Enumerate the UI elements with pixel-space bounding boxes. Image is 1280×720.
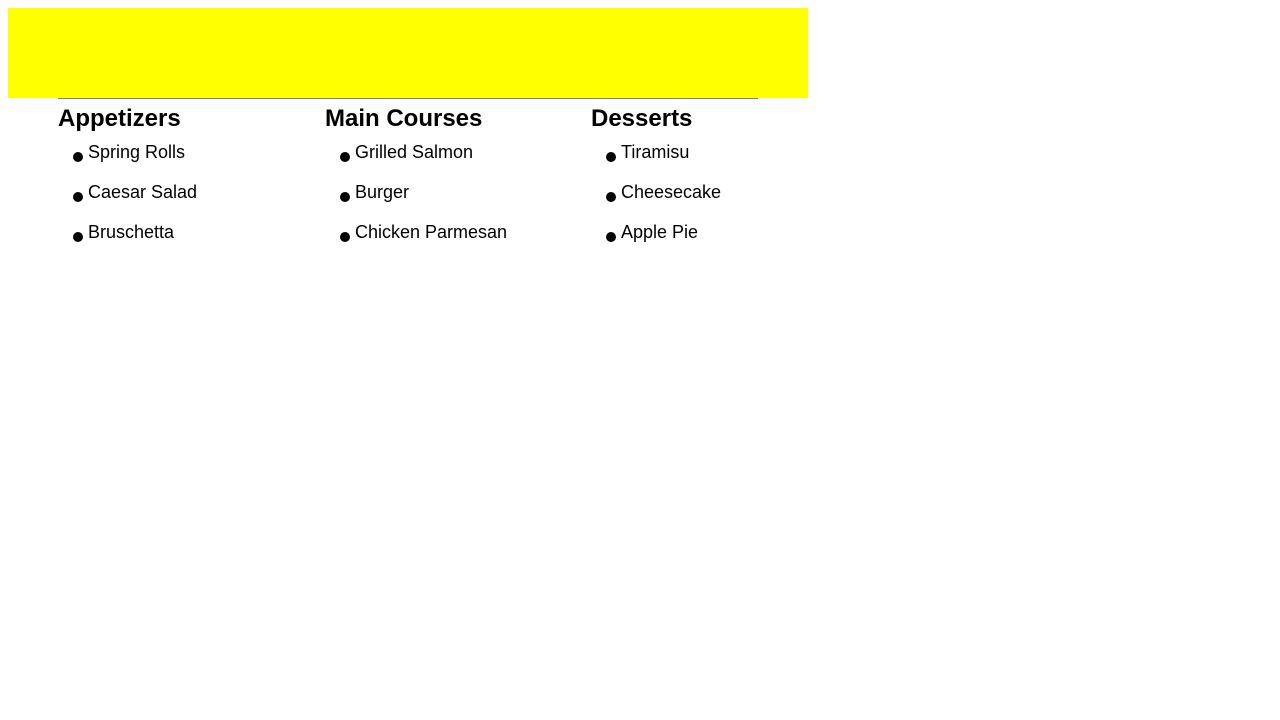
item-list: Spring Rolls Caesar Salad Bruschetta [58,138,318,258]
menu-item-label: Caesar Salad [88,182,198,202]
menu-item: Cheesecake [606,178,851,218]
bullet-icon [606,232,616,242]
menu-item-label: Cheesecake [621,182,722,202]
menu-item-label: Tiramisu [621,142,690,162]
bullet-icon [340,152,350,162]
bullet-icon [73,192,83,202]
menu-item: Spring Rolls [73,138,318,178]
divider [58,98,758,99]
bullet-icon [606,152,616,162]
section-heading: Desserts [591,105,693,132]
menu-item: Caesar Salad [73,178,318,218]
menu-item-label: Spring Rolls [88,142,186,162]
bullet-icon [340,192,350,202]
item-list: Tiramisu Cheesecake Apple Pie [591,138,851,258]
section-desserts: Desserts Tiramisu Cheesecake Apple Pie [591,100,851,258]
menu-item-label: Apple Pie [621,222,699,242]
bullet-icon [606,192,616,202]
menu-item: Chicken Parmesan [340,218,585,258]
item-list: Grilled Salmon Burger Chicken Parmesan [325,138,585,258]
menu-item-label: Burger [355,182,410,202]
menu-item: Tiramisu [606,138,851,178]
bullet-icon [73,152,83,162]
section-heading: Main Courses [325,105,483,132]
menu-item: Grilled Salmon [340,138,585,178]
menu-item-label: Bruschetta [88,222,175,242]
section-appetizers: Appetizers Spring Rolls Caesar Salad Bru… [58,100,318,258]
menu-item-label: Grilled Salmon [355,142,474,162]
section-heading: Appetizers [58,105,181,132]
menu-item-label: Chicken Parmesan [355,222,508,242]
section-main-courses: Main Courses Grilled Salmon Burger Chick… [325,100,585,258]
menu-item: Bruschetta [73,218,318,258]
header-banner [8,8,808,98]
bullet-icon [73,232,83,242]
bullet-icon [340,232,350,242]
menu-item: Burger [340,178,585,218]
menu-item: Apple Pie [606,218,851,258]
